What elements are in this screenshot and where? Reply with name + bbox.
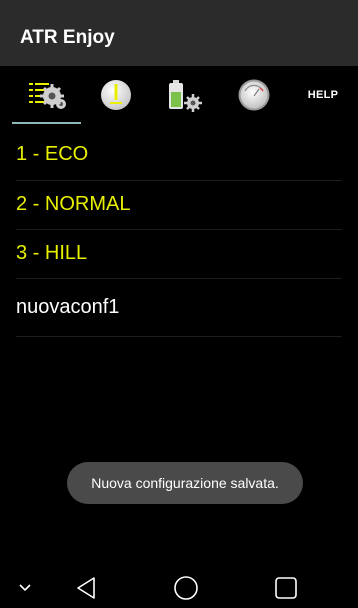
config-item-label: 3 - HILL <box>16 242 88 264</box>
config-item-custom[interactable]: nuovaconf1 <box>16 278 342 337</box>
settings-list-icon <box>28 83 66 109</box>
recents-icon <box>275 577 297 599</box>
toast-notification: Nuova configurazione salvata. <box>67 462 303 504</box>
warning-circle-icon <box>100 80 131 110</box>
tab-battery-settings[interactable] <box>150 66 219 124</box>
back-icon <box>77 577 95 599</box>
config-item-normal[interactable]: 2 - NORMAL <box>16 180 342 230</box>
app-bar: ATR Enjoy <box>0 0 358 66</box>
battery-gear-icon <box>168 80 202 112</box>
recents-button[interactable] <box>266 568 306 608</box>
system-navigation-bar <box>0 568 358 608</box>
app-title: ATR Enjoy <box>20 27 115 48</box>
tab-configurations[interactable] <box>12 66 81 124</box>
home-icon <box>174 576 198 600</box>
config-item-label: 1 - ECO <box>16 142 89 165</box>
tab-help[interactable]: HELP <box>288 66 358 124</box>
toast-message: Nuova configurazione salvata. <box>91 475 279 491</box>
chevron-down-icon <box>19 584 31 592</box>
selected-tab-indicator <box>12 122 81 124</box>
tab-gauge[interactable] <box>219 66 288 124</box>
tab-bar: HELP <box>0 66 358 124</box>
back-button[interactable] <box>66 568 106 608</box>
tab-alerts[interactable] <box>81 66 150 124</box>
config-item-label: nuovaconf1 <box>16 295 120 318</box>
gauge-icon <box>238 79 269 111</box>
config-item-eco[interactable]: 1 - ECO <box>16 128 342 181</box>
config-item-label: 2 - NORMAL <box>16 193 131 215</box>
hide-navbar-button[interactable] <box>10 568 40 608</box>
help-label: HELP <box>307 89 339 101</box>
config-item-hill[interactable]: 3 - HILL <box>16 229 342 279</box>
home-button[interactable] <box>166 568 206 608</box>
